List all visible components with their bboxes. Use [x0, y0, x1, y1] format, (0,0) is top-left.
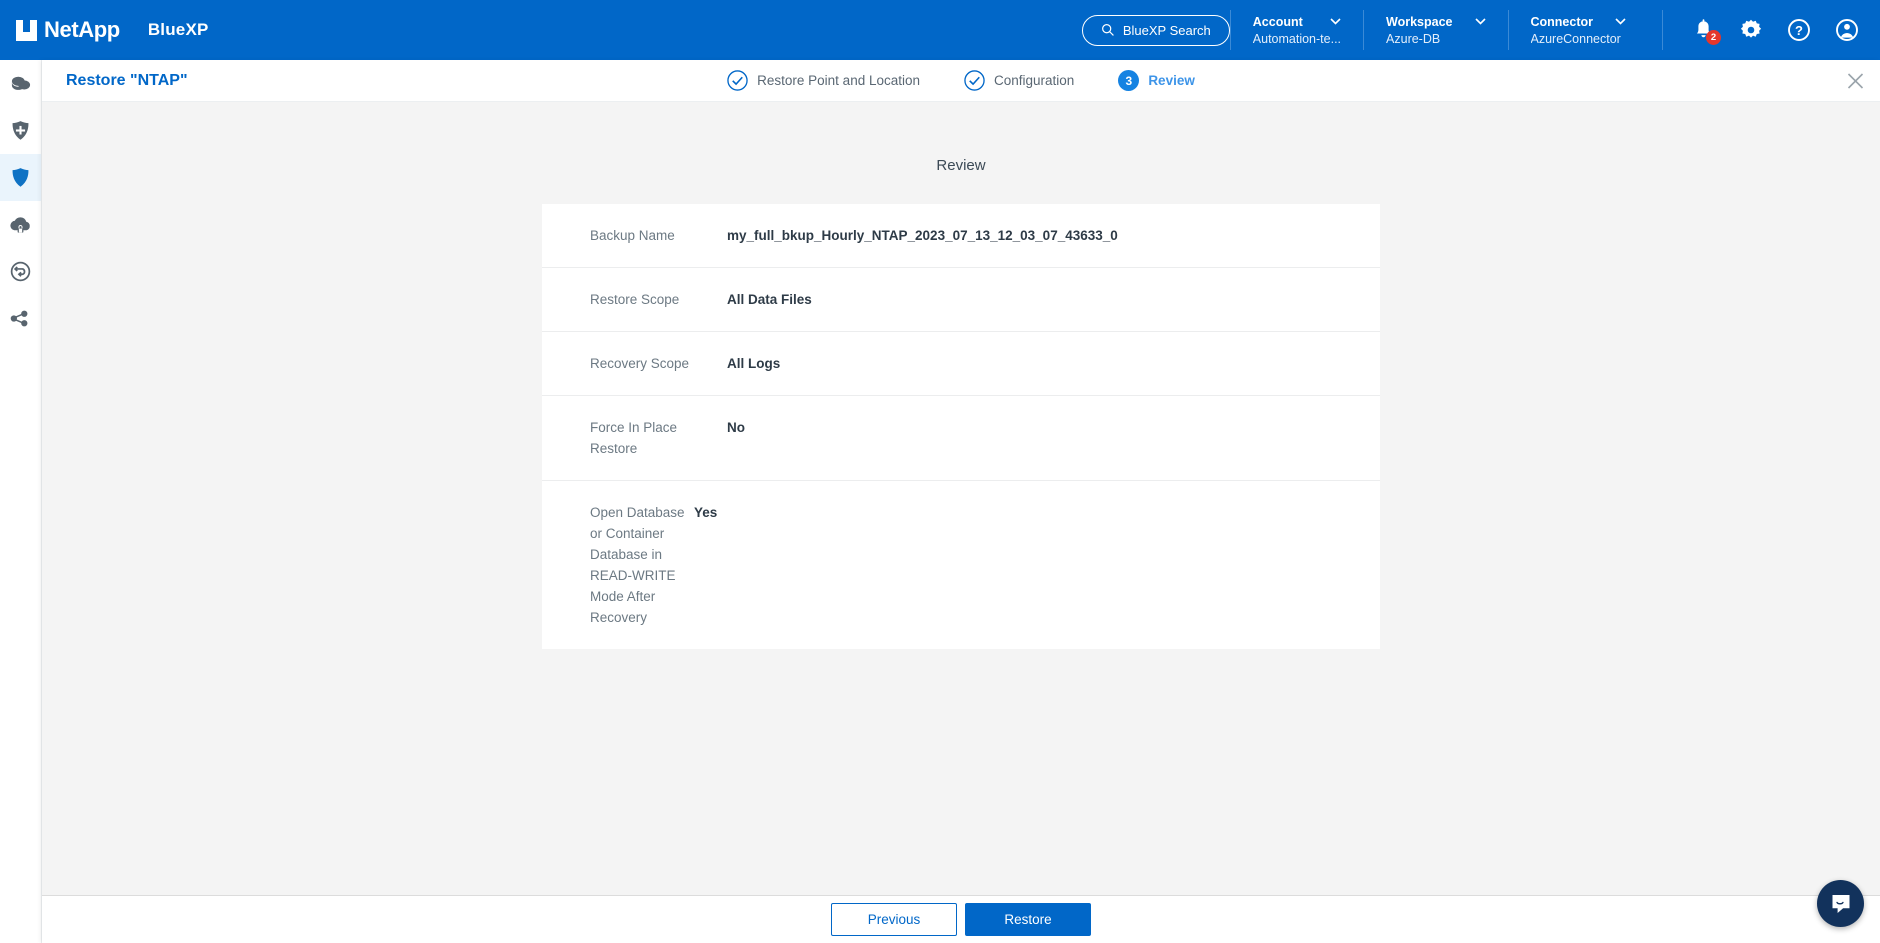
svg-text:?: ?	[1795, 23, 1803, 38]
sidebar-item-health[interactable]	[0, 107, 41, 154]
user-avatar-button[interactable]	[1836, 19, 1858, 41]
canvas-icon	[10, 74, 32, 94]
wizard-step-label: Configuration	[994, 73, 1074, 88]
brand-name: NetApp	[44, 17, 120, 43]
chevron-down-icon	[1475, 18, 1486, 25]
review-row-value: No	[727, 417, 745, 438]
sidebar-item-extensions[interactable]	[0, 295, 41, 342]
review-row-backup-name: Backup Name my_full_bkup_Hourly_NTAP_202…	[542, 204, 1380, 268]
review-summary-card: Backup Name my_full_bkup_Hourly_NTAP_202…	[542, 204, 1380, 649]
workspace-selector-value: Azure-DB	[1386, 32, 1485, 46]
connector-selector-value: AzureConnector	[1531, 32, 1627, 46]
check-circle-icon	[964, 70, 985, 91]
close-icon	[1847, 72, 1864, 89]
chat-support-button[interactable]	[1817, 880, 1864, 927]
review-row-value: All Logs	[727, 353, 780, 374]
wizard-step-indicator: Restore Point and Location Configuration…	[727, 70, 1195, 91]
restore-wizard-panel: Restore "NTAP" Restore Point and Locatio…	[42, 60, 1880, 943]
bluexp-search-label: BlueXP Search	[1123, 23, 1211, 38]
review-heading: Review	[42, 157, 1880, 174]
review-row-label: Restore Scope	[542, 289, 727, 310]
chat-bubble-icon	[1829, 892, 1853, 916]
workspace-selector-label: Workspace	[1386, 15, 1452, 29]
governance-cloud-lock-icon	[9, 215, 32, 235]
review-row-value: All Data Files	[727, 289, 812, 310]
health-shield-icon	[10, 120, 31, 141]
help-icon: ?	[1788, 19, 1810, 41]
wizard-step-label: Review	[1148, 73, 1195, 88]
help-button[interactable]: ?	[1788, 19, 1810, 41]
review-row-restore-scope: Restore Scope All Data Files	[542, 268, 1380, 332]
header-right-cluster: BlueXP Search Account Automation-te... W…	[1082, 0, 1880, 60]
review-row-label: Backup Name	[542, 225, 727, 246]
wizard-step-restore-point-and-location[interactable]: Restore Point and Location	[727, 70, 920, 91]
netapp-logo-mark-icon	[16, 20, 37, 41]
review-row-recovery-scope: Recovery Scope All Logs	[542, 332, 1380, 396]
left-navigation-rail	[0, 60, 42, 943]
review-row-value: Yes	[694, 502, 717, 523]
chevron-down-icon	[1615, 18, 1626, 25]
previous-button[interactable]: Previous	[831, 903, 957, 936]
review-row-value: my_full_bkup_Hourly_NTAP_2023_07_13_12_0…	[727, 225, 1118, 246]
wizard-body: Review Backup Name my_full_bkup_Hourly_N…	[42, 102, 1880, 895]
connector-selector[interactable]: Connector AzureConnector	[1508, 10, 1649, 50]
netapp-logo[interactable]: NetApp	[16, 17, 120, 43]
sidebar-item-mobility[interactable]	[0, 248, 41, 295]
close-wizard-button[interactable]	[1847, 72, 1864, 89]
protection-shield-icon	[10, 167, 31, 188]
connector-selector-label: Connector	[1531, 15, 1594, 29]
review-row-label: Force In Place Restore	[542, 417, 727, 459]
wizard-step-label: Restore Point and Location	[757, 73, 920, 88]
check-circle-icon	[727, 70, 748, 91]
review-row-open-database-mode: Open Database or Container Database in R…	[542, 481, 1380, 649]
header-icon-group: 2 ?	[1662, 10, 1880, 50]
wizard-step-configuration[interactable]: Configuration	[964, 70, 1074, 91]
top-header-bar: NetApp BlueXP BlueXP Search Account Auto…	[0, 0, 1880, 60]
notification-badge: 2	[1706, 30, 1721, 45]
sidebar-item-governance[interactable]	[0, 201, 41, 248]
product-name: BlueXP	[148, 20, 209, 40]
review-row-force-in-place-restore: Force In Place Restore No	[542, 396, 1380, 481]
page-title: Restore "NTAP"	[66, 72, 188, 90]
sidebar-item-canvas[interactable]	[0, 60, 41, 107]
account-selector-label: Account	[1253, 15, 1303, 29]
wizard-step-review[interactable]: 3 Review	[1118, 70, 1195, 91]
restore-button[interactable]: Restore	[965, 903, 1091, 936]
settings-button[interactable]	[1740, 19, 1762, 41]
notification-bell-button[interactable]: 2	[1693, 19, 1714, 41]
bluexp-search-button[interactable]: BlueXP Search	[1082, 15, 1230, 46]
mobility-sync-icon	[10, 261, 31, 282]
workspace-selector[interactable]: Workspace Azure-DB	[1363, 10, 1507, 50]
search-icon	[1101, 23, 1115, 37]
review-row-label: Open Database or Container Database in R…	[542, 502, 694, 628]
sidebar-item-protection[interactable]	[0, 154, 41, 201]
wizard-header: Restore "NTAP" Restore Point and Locatio…	[42, 60, 1880, 102]
user-avatar-icon	[1836, 19, 1858, 41]
account-selector-value: Automation-te...	[1253, 32, 1341, 46]
gear-icon	[1740, 19, 1762, 41]
wizard-step-number: 3	[1118, 70, 1139, 91]
account-selector[interactable]: Account Automation-te...	[1230, 10, 1363, 50]
review-row-label: Recovery Scope	[542, 353, 727, 374]
chevron-down-icon	[1330, 18, 1341, 25]
brand-area: NetApp BlueXP	[0, 17, 209, 43]
wizard-footer: Previous Restore	[42, 895, 1880, 943]
extensions-dots-icon	[10, 309, 31, 328]
